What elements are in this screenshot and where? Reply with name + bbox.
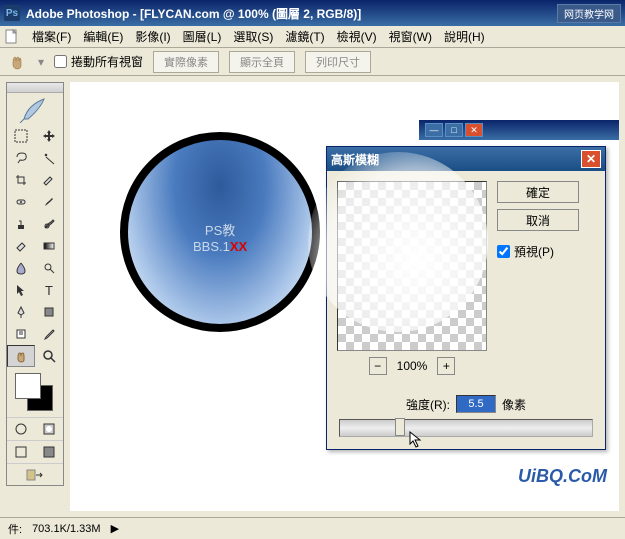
panel-title-bar[interactable]: — □ ✕ xyxy=(419,120,619,140)
cancel-button[interactable]: 取消 xyxy=(497,209,579,231)
watermark-text: PS教 BBS.1XX xyxy=(193,220,247,254)
status-arrow-icon[interactable]: ▶ xyxy=(111,522,119,535)
ok-button[interactable]: 確定 xyxy=(497,181,579,203)
color-swatches xyxy=(7,367,63,417)
screen-mode-standard[interactable] xyxy=(7,441,35,463)
foreground-color[interactable] xyxy=(15,373,41,399)
zoom-tool[interactable] xyxy=(35,345,63,367)
radius-unit: 像素 xyxy=(502,396,526,413)
close-icon[interactable]: ✕ xyxy=(581,150,601,168)
zoom-level: 100% xyxy=(397,359,428,373)
radius-input[interactable] xyxy=(456,395,496,413)
zoom-in-button[interactable]: + xyxy=(437,357,455,375)
status-bar: 件: 703.1K/1.33M ▶ xyxy=(0,517,625,539)
radius-slider[interactable] xyxy=(339,419,593,437)
dodge-tool[interactable] xyxy=(35,257,63,279)
preview-checkbox-input[interactable] xyxy=(497,245,510,258)
menu-select[interactable]: 選取(S) xyxy=(227,26,279,47)
menu-help[interactable]: 說明(H) xyxy=(438,26,491,47)
marquee-tool[interactable] xyxy=(7,125,35,147)
zoom-controls: − 100% + xyxy=(337,357,487,375)
screen-modes xyxy=(7,440,63,463)
maximize-icon[interactable]: □ xyxy=(445,123,463,137)
preview-label: 預視(P) xyxy=(514,243,554,260)
path-selection-tool[interactable] xyxy=(7,279,35,301)
eraser-tool[interactable] xyxy=(7,235,35,257)
zoom-out-button[interactable]: − xyxy=(369,357,387,375)
options-bar: ▾ 捲動所有視窗 實際像素 顯示全頁 列印尺寸 xyxy=(0,48,625,76)
preview-checkbox[interactable]: 預視(P) xyxy=(497,243,579,260)
close-icon[interactable]: ✕ xyxy=(465,123,483,137)
brush-tool[interactable] xyxy=(35,191,63,213)
toolbox: T xyxy=(6,82,64,486)
notes-tool[interactable] xyxy=(7,323,35,345)
healing-brush-tool[interactable] xyxy=(7,191,35,213)
photoshop-icon: Ps xyxy=(4,5,20,21)
fit-screen-button[interactable]: 顯示全頁 xyxy=(229,51,295,73)
menu-file[interactable]: 檔案(F) xyxy=(26,26,77,47)
document-icon xyxy=(4,29,20,45)
watermark-brand: UiBQ.CoM xyxy=(518,466,607,487)
blur-tool[interactable] xyxy=(7,257,35,279)
standard-mode[interactable] xyxy=(7,418,35,440)
menu-image[interactable]: 影像(I) xyxy=(129,26,176,47)
document-size: 703.1K/1.33M xyxy=(32,523,101,535)
tools-grid: T xyxy=(7,125,63,367)
hand-tool[interactable] xyxy=(7,345,35,367)
scroll-all-checkbox-input[interactable] xyxy=(54,55,67,68)
blue-sphere: PS教 BBS.1XX xyxy=(120,132,320,332)
preview-thumbnail[interactable] xyxy=(337,181,487,351)
pen-tool[interactable] xyxy=(7,301,35,323)
move-tool[interactable] xyxy=(35,125,63,147)
app-title-bar: Ps Adobe Photoshop - [FLYCAN.com @ 100% … xyxy=(0,0,625,26)
menu-filter[interactable]: 濾鏡(T) xyxy=(279,26,330,47)
history-brush-tool[interactable] xyxy=(35,213,63,235)
gradient-tool[interactable] xyxy=(35,235,63,257)
menu-layer[interactable]: 圖層(L) xyxy=(177,26,228,47)
magic-wand-tool[interactable] xyxy=(35,147,63,169)
menu-view[interactable]: 檢視(V) xyxy=(331,26,383,47)
minimize-icon[interactable]: — xyxy=(425,123,443,137)
gaussian-blur-dialog: 高斯模糊 ✕ − 100% + 確定 取消 預視(P) 強度(R): 像素 xyxy=(326,146,606,450)
radius-row: 強度(R): 像素 xyxy=(327,395,605,413)
jump-to-imageready[interactable] xyxy=(7,463,63,485)
menu-edit[interactable]: 編輯(E) xyxy=(77,26,129,47)
site-logo-tag: 网页教学网 xyxy=(557,4,621,23)
slider-thumb[interactable] xyxy=(395,418,405,436)
cursor-icon xyxy=(408,430,424,450)
menu-window[interactable]: 視窗(W) xyxy=(383,26,438,47)
crop-tool[interactable] xyxy=(7,169,35,191)
shape-tool[interactable] xyxy=(35,301,63,323)
scroll-all-windows-checkbox[interactable]: 捲動所有視窗 xyxy=(54,53,143,70)
screen-mode-full-menubar[interactable] xyxy=(35,441,63,463)
type-tool[interactable]: T xyxy=(35,279,63,301)
status-prefix: 件: xyxy=(8,521,22,537)
actual-pixels-button[interactable]: 實際像素 xyxy=(153,51,219,73)
canvas-artwork: PS教 BBS.1XX xyxy=(120,132,320,332)
radius-label: 強度(R): xyxy=(406,396,450,413)
eyedropper-tool[interactable] xyxy=(35,323,63,345)
svg-text:T: T xyxy=(45,283,53,297)
quick-mask-mode[interactable] xyxy=(35,418,63,440)
hand-tool-icon[interactable] xyxy=(6,51,28,73)
lasso-tool[interactable] xyxy=(7,147,35,169)
scroll-all-label: 捲動所有視窗 xyxy=(71,53,143,70)
quick-mask-modes xyxy=(7,417,63,440)
photoshop-feather-logo xyxy=(7,93,63,125)
menu-bar: 檔案(F) 編輯(E) 影像(I) 圖層(L) 選取(S) 濾鏡(T) 檢視(V… xyxy=(0,26,625,48)
print-size-button[interactable]: 列印尺寸 xyxy=(305,51,371,73)
app-title: Adobe Photoshop - [FLYCAN.com @ 100% (圖層… xyxy=(26,5,557,22)
clone-stamp-tool[interactable] xyxy=(7,213,35,235)
toolbox-grip[interactable] xyxy=(7,83,63,93)
slice-tool[interactable] xyxy=(35,169,63,191)
